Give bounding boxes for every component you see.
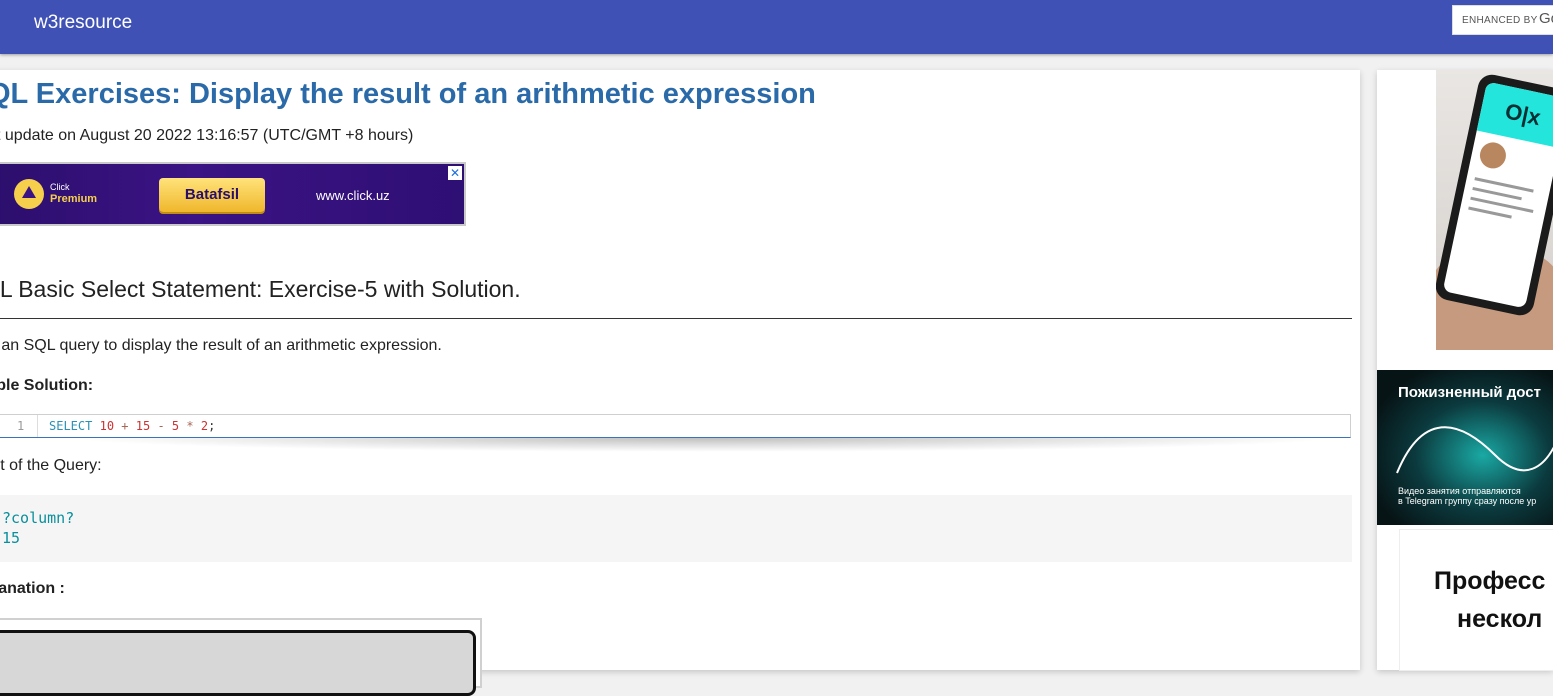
click-premium-ad-banner[interactable]: Click Premium Batafsil www.click.uz ✕ bbox=[0, 162, 466, 226]
top-navbar: w3resource ENHANCED BY Go bbox=[0, 0, 1553, 54]
code-token: 10 bbox=[99, 419, 115, 433]
crown-shape-icon bbox=[22, 186, 36, 198]
output-line: ?column? bbox=[2, 509, 75, 527]
code-token: * bbox=[186, 419, 194, 433]
code-token: 5 bbox=[171, 419, 180, 433]
wave-graphic bbox=[1396, 426, 1553, 474]
code-token: SELECT bbox=[49, 419, 93, 433]
telegram-course-ad[interactable]: Пожизненный дост Видео занятия отправляю… bbox=[1377, 370, 1553, 525]
editor-shadow bbox=[68, 438, 1338, 452]
line-number: 1 bbox=[17, 419, 25, 433]
code-token: 2 bbox=[200, 419, 209, 433]
profession-ad[interactable]: Професс нескол bbox=[1400, 530, 1553, 670]
ad-batafsil-button[interactable]: Batafsil bbox=[159, 178, 265, 212]
code-token: ; bbox=[208, 419, 216, 433]
page-title: QL Exercises: Display the result of an a… bbox=[0, 78, 816, 110]
phone-image: O|x bbox=[1436, 72, 1553, 318]
query-output-block: ?column? 15 bbox=[0, 495, 1352, 562]
code-token: + bbox=[121, 419, 129, 433]
ad-title: Пожизненный дост bbox=[1398, 384, 1541, 401]
ad-brand-premium: Premium bbox=[50, 193, 98, 205]
code-token: 15 bbox=[135, 419, 151, 433]
right-sidebar: O|x Пожизненный дост Видео занятия отпра… bbox=[1377, 70, 1553, 670]
code-editor[interactable]: 1 SELECT 10 + 15 - 5 * 2; bbox=[0, 414, 1351, 438]
avatar bbox=[1477, 140, 1509, 171]
ad-line-2: нескол bbox=[1457, 605, 1543, 633]
divider bbox=[0, 318, 1352, 319]
diagram-box bbox=[0, 630, 476, 696]
google-logo-fragment: Go bbox=[1539, 10, 1553, 27]
google-search-box[interactable]: ENHANCED BY Go bbox=[1452, 5, 1553, 35]
olx-ad[interactable]: O|x bbox=[1436, 70, 1553, 350]
code-token: - bbox=[157, 419, 165, 433]
site-brand-link[interactable]: w3resource bbox=[34, 12, 132, 34]
explanation-label: planation : bbox=[0, 580, 65, 597]
ad-line-1: Професс bbox=[1434, 567, 1546, 595]
ad-subtitle-1: Видео занятия отправляются bbox=[1398, 486, 1521, 496]
task-description: ite an SQL query to display the result o… bbox=[0, 337, 442, 354]
output-label: tput of the Query: bbox=[0, 457, 102, 474]
code-line[interactable]: SELECT 10 + 15 - 5 * 2; bbox=[49, 419, 215, 433]
phone-screen: O|x bbox=[1442, 81, 1553, 309]
section-heading: QL Basic Select Statement: Exercise-5 wi… bbox=[0, 276, 521, 302]
output-line: 15 bbox=[2, 529, 21, 547]
ad-url: www.click.uz bbox=[316, 188, 390, 203]
ad-subtitle-2: в Telegram группу сразу после ур bbox=[1398, 496, 1537, 506]
search-enhanced-label: ENHANCED BY bbox=[1462, 15, 1538, 26]
explanation-diagram bbox=[0, 618, 482, 696]
article-content: QL Exercises: Display the result of an a… bbox=[0, 70, 1360, 696]
sample-solution-label: mple Solution: bbox=[0, 377, 94, 394]
ad-close-icon[interactable]: ✕ bbox=[448, 166, 462, 180]
last-update-text: st update on August 20 2022 13:16:57 (UT… bbox=[0, 127, 414, 144]
ad-brand-small: Click bbox=[50, 182, 70, 192]
placeholder-line bbox=[1468, 206, 1512, 219]
